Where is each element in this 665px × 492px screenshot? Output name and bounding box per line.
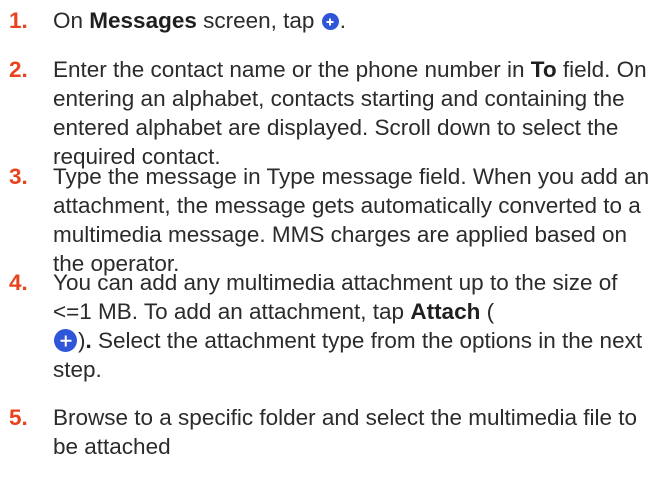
- step-number: 4.: [9, 270, 28, 295]
- step-text: You can add any multimedia attachment up…: [53, 270, 643, 382]
- plus-circle-icon: [321, 13, 339, 30]
- step-number: 5.: [9, 405, 28, 430]
- step-text: On Messages screen, tap .: [53, 8, 346, 33]
- step-number: 1.: [9, 8, 28, 33]
- attach-label: Attach: [410, 299, 481, 324]
- step-text: Enter the contact name or the phone numb…: [53, 57, 647, 169]
- step-number: 2.: [9, 57, 28, 82]
- step-number: 3.: [9, 164, 28, 189]
- messages-label: Messages: [89, 8, 197, 33]
- step-text: Type the message in Type message field. …: [53, 164, 650, 276]
- step-text: Browse to a specific folder and select t…: [53, 405, 638, 459]
- to-label: To: [530, 57, 557, 82]
- plus-circle-icon: [54, 329, 77, 352]
